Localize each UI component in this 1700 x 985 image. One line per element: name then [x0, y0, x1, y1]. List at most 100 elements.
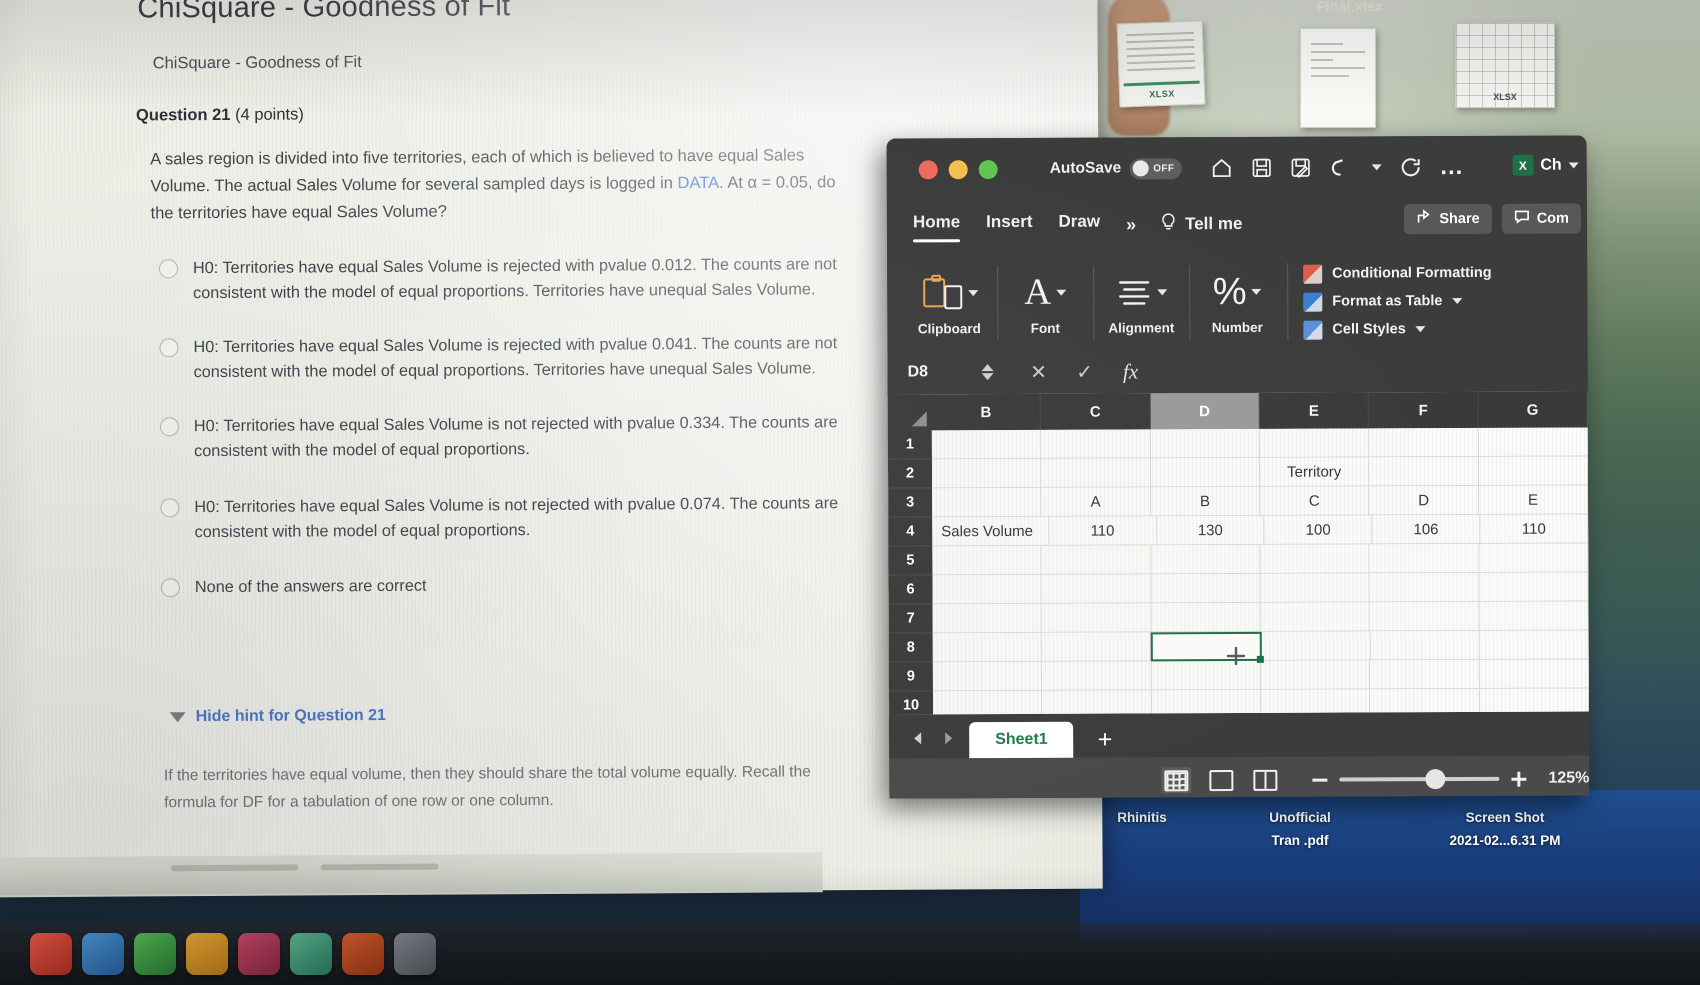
dock-item-5[interactable] [238, 933, 280, 975]
row-cells-9[interactable] [932, 659, 1589, 692]
cell-f8[interactable] [1371, 630, 1480, 661]
page-layout-view-icon[interactable] [1206, 767, 1236, 793]
column-header-e[interactable]: E [1259, 392, 1370, 429]
cell-f7[interactable] [1369, 601, 1480, 632]
excel-status-bar[interactable]: 125% [889, 755, 1590, 799]
tab-home[interactable]: Home [913, 212, 960, 238]
desktop-file-xlsx-1[interactable]: XLSX [1116, 20, 1206, 108]
share-button[interactable]: Share [1404, 203, 1492, 235]
name-box[interactable]: D8 [908, 363, 982, 381]
cell-e9[interactable] [1260, 660, 1371, 690]
row-cells-3[interactable]: A B C D E [932, 485, 1589, 518]
table-row[interactable]: 3 A B C D E [888, 485, 1589, 518]
cell-f1[interactable] [1369, 427, 1479, 458]
format-as-table-button[interactable]: Format as Table [1303, 291, 1492, 312]
cell-g2[interactable] [1478, 456, 1589, 486]
ribbon-group-font[interactable]: A Font [997, 256, 1093, 350]
dock-item-7[interactable] [342, 933, 384, 975]
table-row[interactable]: 10 [888, 688, 1590, 715]
data-link[interactable]: DATA [677, 174, 719, 192]
cell-c3[interactable]: A [1041, 487, 1151, 517]
macos-dock[interactable] [0, 923, 1700, 985]
row-cells-6[interactable] [932, 572, 1589, 605]
radio-button-3[interactable] [159, 416, 179, 437]
cell-b1[interactable] [931, 429, 1042, 460]
chevron-down-icon[interactable] [1415, 326, 1426, 333]
cell-d9[interactable] [1151, 660, 1261, 691]
tell-me-button[interactable]: Tell me [1160, 211, 1242, 236]
add-sheet-button[interactable]: + [1074, 721, 1137, 757]
autosave-control[interactable]: AutoSave OFF [1050, 157, 1182, 180]
window-controls[interactable] [918, 159, 998, 179]
cell-d8-selected[interactable] [1150, 631, 1263, 662]
ribbon-group-clipboard[interactable]: Clipboard [901, 256, 997, 350]
cell-c9[interactable] [1042, 661, 1152, 691]
row-cells-7[interactable] [932, 601, 1589, 634]
alignment-icon[interactable] [1116, 270, 1167, 314]
insert-function-icon[interactable]: fx [1108, 359, 1154, 384]
tab-insert[interactable]: Insert [986, 212, 1032, 238]
formula-input[interactable] [1167, 355, 1588, 386]
column-header-row[interactable]: B C D E F G [887, 391, 1588, 431]
zoom-out-icon[interactable] [1312, 778, 1328, 782]
column-header-c[interactable]: C [1041, 393, 1151, 430]
row-header-10[interactable]: 10 [888, 691, 934, 715]
cell-d3[interactable]: B [1150, 486, 1261, 517]
answer-option-4[interactable]: H0: Territories have equal Sales Volume … [160, 491, 860, 546]
cell-c10[interactable] [1042, 690, 1152, 715]
ribbon-group-styles[interactable]: Conditional Formatting Format as Table C… [1285, 254, 1492, 349]
cell-c4[interactable]: 110 [1049, 516, 1157, 546]
cell-b8[interactable] [932, 632, 1042, 663]
chevron-down-icon[interactable] [1452, 298, 1463, 305]
cell-d5[interactable] [1150, 544, 1261, 575]
ribbon-home[interactable]: Clipboard A Font Alignment % Number Cond… [887, 247, 1587, 350]
ribbon-right-actions[interactable]: Share Com [1404, 203, 1581, 235]
select-all-corner[interactable] [887, 394, 932, 431]
cell-g5[interactable] [1478, 543, 1589, 573]
cell-g9[interactable] [1479, 659, 1589, 689]
row-header-7[interactable]: 7 [888, 604, 933, 634]
hide-hint-toggle[interactable]: Hide hint for Question 21 [169, 707, 386, 726]
chevron-down-icon[interactable] [1371, 164, 1382, 171]
cell-e4[interactable]: 100 [1264, 515, 1373, 545]
row-cells-1[interactable] [931, 427, 1588, 460]
radio-button-4[interactable] [160, 497, 180, 517]
table-row[interactable]: 4 Sales Volume 110 130 100 106 110 [888, 514, 1589, 547]
dock-item-2[interactable] [82, 933, 124, 975]
cell-g8[interactable] [1479, 630, 1589, 660]
cell-styles-button[interactable]: Cell Styles [1303, 319, 1492, 340]
more-icon[interactable]: … [1439, 153, 1464, 180]
font-icon[interactable]: A [1024, 270, 1067, 314]
column-header-b[interactable]: B [931, 393, 1042, 431]
home-icon[interactable] [1209, 156, 1233, 180]
cell-e8[interactable] [1262, 631, 1372, 661]
next-sheet-icon[interactable] [941, 731, 955, 750]
row-header-9[interactable]: 9 [888, 662, 933, 692]
ribbon-tab-bar[interactable]: Home Insert Draw » Tell me Share Com [887, 197, 1587, 250]
cell-c8[interactable] [1041, 632, 1151, 662]
cell-e2[interactable]: Territory [1259, 457, 1370, 487]
tab-draw[interactable]: Draw [1058, 212, 1100, 238]
column-header-d[interactable]: D [1150, 392, 1260, 430]
quick-access-toolbar[interactable]: … [1209, 153, 1464, 180]
cell-c2[interactable] [1041, 458, 1151, 488]
minimize-icon[interactable] [948, 159, 968, 179]
table-row[interactable]: 7 [888, 601, 1589, 634]
cell-g1[interactable] [1478, 427, 1588, 457]
cell-f10[interactable] [1370, 688, 1480, 715]
column-header-g[interactable]: G [1478, 391, 1588, 428]
dock-item-6[interactable] [290, 933, 332, 975]
table-row[interactable]: 6 [888, 572, 1589, 605]
maximize-icon[interactable] [978, 159, 998, 179]
dock-item-1[interactable] [30, 933, 72, 975]
ribbon-overflow-icon[interactable]: » [1126, 214, 1134, 235]
cell-g3[interactable]: E [1478, 485, 1589, 515]
sheet-tab-bar[interactable]: Sheet1 + [889, 711, 1590, 759]
row-cells-10[interactable] [932, 688, 1590, 715]
cell-g10[interactable] [1479, 688, 1590, 715]
previous-sheet-icon[interactable] [911, 731, 925, 750]
spreadsheet-grid[interactable]: B C D E F G 1 2 Territory 3 A B C D E 4 … [887, 391, 1590, 715]
sheet-nav-arrows[interactable] [897, 722, 969, 758]
sheet-tab-sheet1[interactable]: Sheet1 [969, 721, 1074, 759]
zoom-slider[interactable] [1339, 769, 1500, 790]
